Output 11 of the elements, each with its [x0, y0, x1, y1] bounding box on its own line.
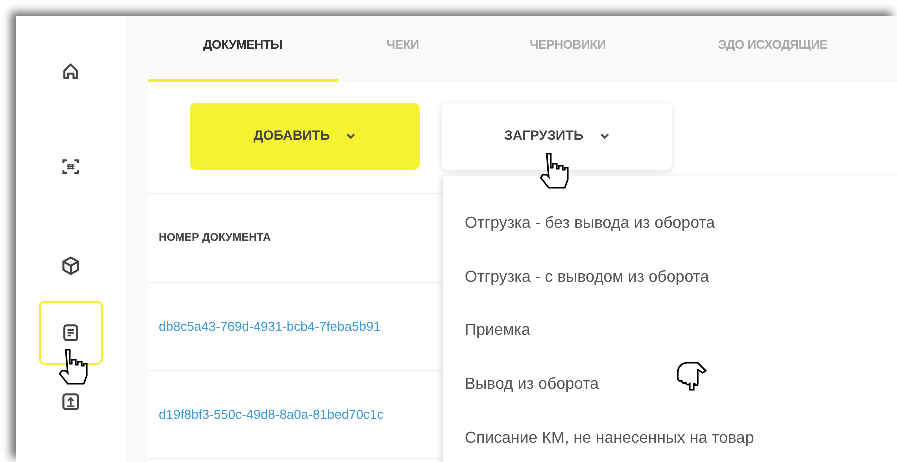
menu-item[interactable]: Приемка: [465, 304, 530, 358]
chevron-down-icon: [346, 133, 356, 140]
dropdown-button[interactable]: ЗАГРУЗИТЬ: [442, 103, 672, 170]
menu-item[interactable]: Вывод из оборота: [465, 358, 599, 412]
menu-item[interactable]: Отгрузка - с выводом из оборота: [465, 250, 710, 305]
upload-icon: [60, 391, 82, 413]
menu-item[interactable]: Отгрузка - без вывода из оборота: [465, 197, 716, 251]
menu-item[interactable]: Списание КМ, не нанесенных на товар: [465, 412, 754, 462]
chevron-down-icon: [600, 133, 610, 140]
dropdown-button[interactable]: ДОБАВИТЬ: [190, 103, 420, 170]
cube-icon: [60, 255, 82, 277]
